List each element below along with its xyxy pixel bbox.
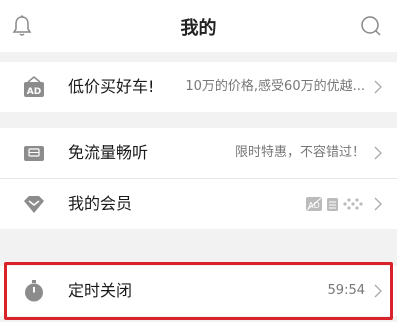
chevron-right-icon	[374, 80, 382, 94]
svg-text:AD: AD	[308, 201, 320, 210]
highlight-box	[4, 262, 393, 320]
chevron-right-icon	[374, 197, 382, 211]
page-title: 我的	[180, 18, 217, 39]
ad-free-badge-icon: AD	[306, 197, 322, 211]
membership-badges: AD	[306, 197, 363, 211]
row-label: 我的会员	[68, 194, 133, 213]
row-free-data[interactable]: 免流量畅听 限时特惠，不容错过！	[0, 128, 397, 178]
search-icon[interactable]	[359, 14, 383, 38]
sim-card-icon	[24, 146, 44, 161]
diamond-icon	[24, 196, 44, 213]
chevron-right-icon	[374, 146, 382, 160]
row-value: 限时特惠，不容错过！	[234, 145, 365, 160]
car-ad-icon: AD	[24, 76, 44, 97]
top-bar: 我的	[0, 0, 397, 52]
row-cheap-car[interactable]: AD 低价买好车! 10万的价格,感受60万的优越...	[0, 62, 397, 112]
dots-badge-icon	[343, 198, 363, 210]
row-value: 10万的价格,感受60万的优越...	[185, 79, 365, 94]
row-my-membership[interactable]: 我的会员 AD	[0, 179, 397, 229]
row-label: 低价买好车!	[68, 77, 155, 96]
row-label: 免流量畅听	[68, 143, 149, 162]
card-badge-icon	[327, 198, 338, 211]
svg-text:AD: AD	[27, 87, 41, 97]
